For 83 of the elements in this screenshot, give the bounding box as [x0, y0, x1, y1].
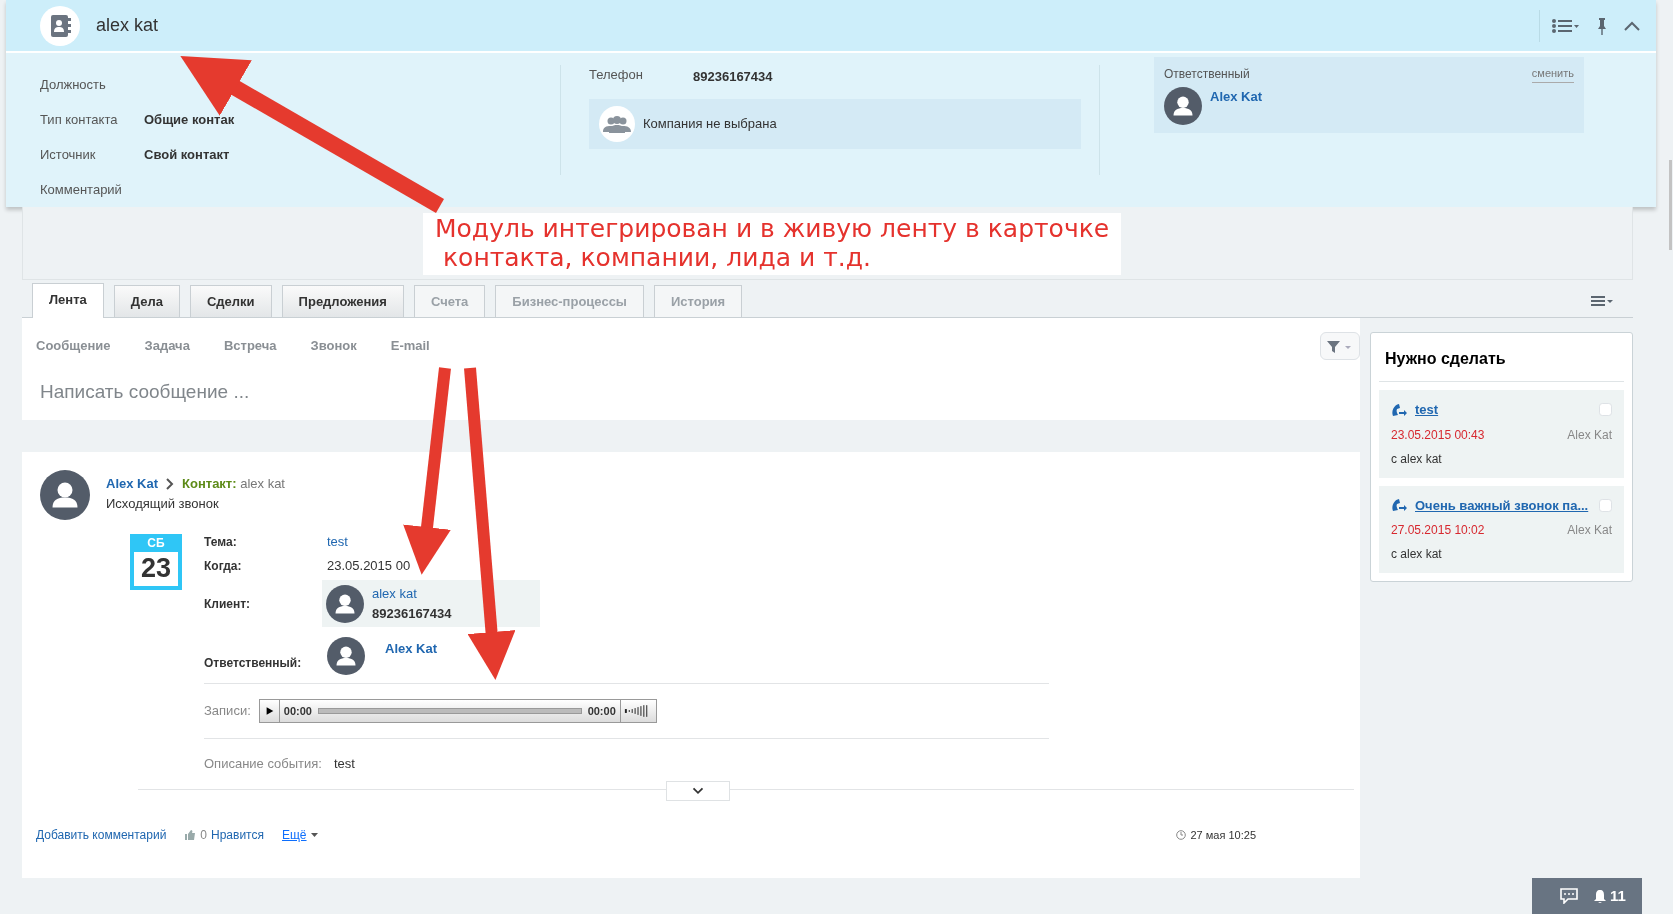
hamburger-menu-icon[interactable] — [1591, 295, 1615, 307]
todo-date: 27.05.2015 10:02 — [1391, 522, 1485, 539]
action-link[interactable]: Задача — [144, 336, 190, 356]
author-link[interactable]: Alex Kat — [106, 474, 159, 494]
tab[interactable]: Лента — [32, 283, 104, 318]
field-value: Общие контак — [144, 111, 235, 129]
responsible-name-link[interactable]: Alex Kat — [385, 639, 438, 659]
client-avatar — [326, 584, 364, 623]
add-comment-link[interactable]: Добавить комментарий — [36, 826, 167, 844]
field-label: Комментарий — [40, 181, 123, 199]
field-label: Телефон — [589, 66, 644, 84]
notifications-button[interactable]: 11 — [1594, 884, 1626, 908]
responsible-name-link[interactable]: Alex Kat — [1210, 87, 1263, 125]
action-link[interactable]: Сообщение — [36, 336, 111, 356]
responsible-label: Ответственный — [1164, 66, 1250, 83]
responsible-avatar — [327, 637, 365, 675]
company-placeholder-text: Компания не выбрана — [643, 114, 777, 133]
field-label: Должность — [40, 76, 107, 94]
tab[interactable]: Сделки — [189, 285, 272, 317]
chat-icon[interactable] — [1560, 888, 1578, 904]
author-avatar — [40, 470, 90, 520]
client-name-link[interactable]: alex kat — [372, 584, 452, 604]
post-time: 27 мая 10:25 — [1190, 827, 1256, 843]
todo-title-link[interactable]: Очень важный звонок па... — [1415, 495, 1589, 515]
change-link[interactable]: сменить — [1531, 65, 1574, 83]
expand-chevron-icon[interactable] — [666, 781, 730, 801]
todo-owner: Alex Kat — [1567, 426, 1612, 444]
progress-track[interactable] — [317, 708, 582, 714]
field-label: Источник — [40, 146, 97, 164]
annotation-text: Модуль интегрирован и в живую ленту в карточке — [435, 215, 1110, 244]
filter-icon — [1327, 339, 1353, 354]
like-link[interactable]: Нравится — [211, 826, 264, 844]
contact-name-title: alex kat — [96, 14, 159, 37]
call-arrow-icon — [1391, 402, 1407, 417]
bell-icon — [1594, 889, 1606, 903]
field-value: test — [327, 533, 348, 552]
field-label: Клиент: — [204, 595, 252, 613]
call-arrow-icon — [1391, 498, 1407, 513]
todo-checkbox[interactable] — [1599, 403, 1612, 417]
tab[interactable]: Дела — [113, 285, 180, 317]
todo-title: Нужно сделать — [1379, 333, 1624, 382]
todo-owner: Alex Kat — [1567, 522, 1612, 539]
contact-book-icon — [49, 13, 71, 38]
client-phone: 89236167434 — [372, 604, 452, 623]
collapse-chevron-icon[interactable] — [1624, 20, 1640, 31]
user-avatar — [1164, 87, 1202, 125]
action-link[interactable]: Встреча — [223, 336, 277, 356]
like-count: 0 — [200, 827, 208, 844]
caret-icon — [310, 833, 318, 837]
field-label: Тип контакта — [40, 111, 119, 129]
records-label: Записи: — [204, 702, 251, 721]
todo-title-link[interactable]: test — [1415, 400, 1439, 420]
annotation-text: контакта, компании, лида и т.д. — [442, 243, 872, 273]
group-icon — [603, 114, 631, 133]
todo-contact: с alex kat — [1391, 546, 1443, 563]
field-label: Тема: — [204, 534, 238, 551]
clock-icon — [1176, 830, 1187, 840]
field-value: Свой контакт — [144, 146, 230, 164]
field-label: Ответственный: — [204, 655, 303, 672]
field-label: Когда: — [204, 558, 243, 575]
elapsed-time: 00:00 — [283, 703, 312, 719]
field-value: 23.05.2015 00 — [327, 557, 411, 576]
pin-icon[interactable] — [1596, 16, 1608, 35]
todo-contact: с alex kat — [1391, 450, 1443, 468]
contact-entity-text: Контакт: alex kat — [182, 475, 285, 493]
total-time: 00:00 — [587, 703, 616, 719]
todo-checkbox[interactable] — [1599, 498, 1612, 512]
phone-value: 89236167434 — [693, 68, 773, 86]
description-label: Описание события: — [204, 755, 322, 774]
more-link[interactable]: Ещё — [282, 826, 318, 844]
tab[interactable]: Предложения — [281, 285, 404, 317]
filter-button[interactable] — [1320, 332, 1360, 360]
day-number: 23 — [139, 552, 172, 584]
message-input-field[interactable]: Написать сообщение ... — [22, 355, 922, 406]
list-menu-icon[interactable] — [1552, 17, 1580, 34]
chevron-right-icon — [166, 477, 175, 490]
thumbs-up-icon — [184, 829, 197, 841]
post-subtitle: Исходящий звонок — [106, 494, 220, 513]
action-link[interactable]: Звонок — [310, 336, 357, 356]
audio-player[interactable]: 00:00 00:00 — [258, 699, 657, 723]
description-value: test — [333, 755, 355, 774]
action-link[interactable]: E-mail — [390, 336, 430, 356]
todo-date: 23.05.2015 00:43 — [1391, 426, 1485, 444]
